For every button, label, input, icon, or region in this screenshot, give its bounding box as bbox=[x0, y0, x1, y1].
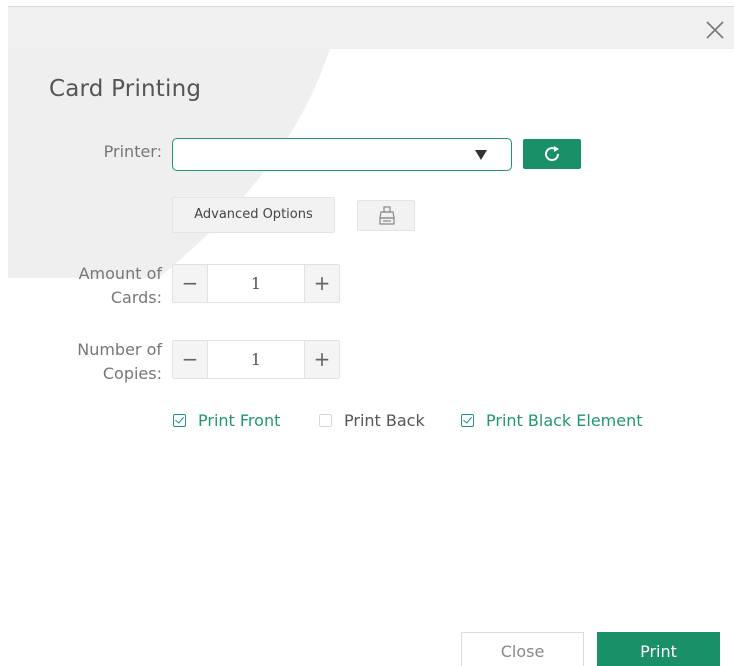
dialog-title-bar bbox=[8, 6, 734, 49]
refresh-icon bbox=[545, 146, 560, 162]
close-icon[interactable] bbox=[704, 19, 726, 41]
amount-decrement-button[interactable]: − bbox=[173, 265, 208, 302]
printer-select[interactable] bbox=[172, 138, 512, 171]
refresh-printers-button[interactable] bbox=[523, 139, 581, 169]
dialog-title: Card Printing bbox=[49, 76, 202, 102]
checkbox-checked-icon bbox=[461, 413, 474, 427]
copies-decrement-button[interactable]: − bbox=[173, 341, 208, 378]
amount-increment-button[interactable]: + bbox=[304, 265, 339, 302]
print-black-element-checkbox[interactable]: Print Black Element bbox=[461, 408, 643, 432]
amount-of-cards-label-line1: Amount of bbox=[78, 264, 162, 283]
print-front-label: Print Front bbox=[198, 410, 281, 430]
card-printing-dialog: Card Printing Printer: Advanced Options … bbox=[0, 0, 734, 666]
printer-label: Printer: bbox=[103, 142, 162, 161]
printer-clean-icon bbox=[379, 206, 395, 225]
caret-down-icon bbox=[475, 150, 487, 160]
amount-of-cards-label: Amount of Cards: bbox=[40, 262, 162, 310]
print-back-checkbox[interactable]: Print Back bbox=[319, 408, 425, 432]
checkbox-checked-icon bbox=[173, 413, 186, 427]
print-button[interactable]: Print bbox=[597, 632, 720, 666]
amount-of-cards-stepper[interactable]: − 1 + bbox=[172, 264, 340, 303]
print-front-checkbox[interactable]: Print Front bbox=[173, 408, 280, 432]
amount-of-cards-label-line2: Cards: bbox=[110, 288, 162, 307]
number-of-copies-label: Number of Copies: bbox=[40, 338, 162, 386]
close-button[interactable]: Close bbox=[461, 632, 584, 666]
number-of-copies-label-line1: Number of bbox=[77, 340, 162, 359]
printer-clean-button[interactable] bbox=[357, 200, 415, 231]
advanced-options-button[interactable]: Advanced Options bbox=[172, 197, 335, 233]
print-black-element-label: Print Black Element bbox=[486, 410, 643, 430]
copies-increment-button[interactable]: + bbox=[304, 341, 339, 378]
number-of-copies-value[interactable]: 1 bbox=[208, 341, 304, 378]
checkbox-unchecked-icon bbox=[319, 413, 332, 427]
amount-of-cards-value[interactable]: 1 bbox=[208, 265, 304, 302]
print-back-label: Print Back bbox=[344, 410, 425, 430]
number-of-copies-stepper[interactable]: − 1 + bbox=[172, 340, 340, 379]
number-of-copies-label-line2: Copies: bbox=[102, 364, 162, 383]
